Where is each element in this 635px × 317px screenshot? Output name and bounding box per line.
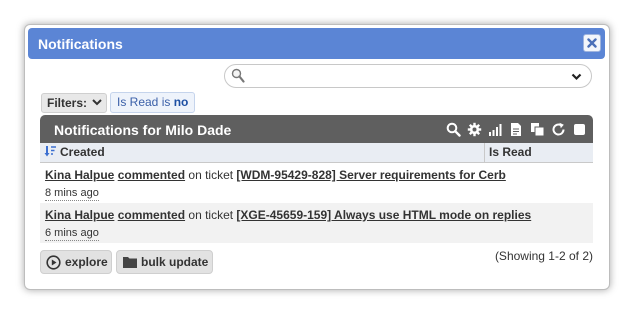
actor-link[interactable]: Kina Halpue	[45, 168, 114, 182]
chevron-down-icon	[92, 99, 103, 106]
gear-icon[interactable]	[467, 122, 482, 137]
actor-link[interactable]: Kina Halpue	[45, 208, 114, 222]
filter-chip-value: no	[173, 95, 189, 109]
explore-button[interactable]: explore	[40, 250, 112, 274]
worklist-toolbar	[446, 121, 587, 137]
verb-link[interactable]: commented	[118, 208, 185, 222]
pagination-summary: (Showing 1-2 of 2)	[494, 249, 593, 263]
notification-middle-text: on ticket	[185, 208, 237, 222]
bulk-update-button-label: bulk update	[141, 255, 209, 269]
chevron-down-icon[interactable]	[571, 73, 582, 81]
search-icon[interactable]	[446, 122, 461, 137]
filter-chip-prefix: Is Read is	[117, 95, 171, 109]
signal-bars-icon[interactable]	[488, 122, 503, 137]
notification-middle-text: on ticket	[185, 168, 237, 182]
notification-time: 8 mins ago	[45, 187, 99, 201]
search-icon	[231, 68, 245, 83]
close-icon	[587, 38, 597, 48]
worklist-header: Notifications for Milo Dade	[40, 115, 593, 143]
explore-button-label: explore	[65, 255, 108, 269]
select-all-checkbox[interactable]	[572, 122, 587, 137]
column-is-read[interactable]: Is Read	[484, 143, 593, 162]
column-header-row: Created Is Read	[40, 143, 593, 163]
column-is-read-label: Is Read	[489, 145, 532, 159]
search-box[interactable]	[224, 64, 592, 88]
play-circle-icon	[46, 255, 61, 270]
sort-descending-icon	[44, 146, 56, 157]
column-created[interactable]: Created	[44, 145, 105, 159]
dialog-titlebar: Notifications	[28, 28, 605, 59]
folder-icon	[123, 257, 137, 268]
filters-button[interactable]: Filters:	[41, 93, 108, 113]
notification-text: Kina Halpue commented on ticket [WDM-954…	[45, 168, 506, 182]
worklist-title: Notifications for Milo Dade	[54, 122, 232, 138]
dialog-title: Notifications	[38, 36, 123, 52]
copy-icon[interactable]	[530, 122, 545, 137]
column-created-label: Created	[60, 145, 105, 159]
table-row: Kina Halpue commented on ticket [WDM-954…	[40, 163, 593, 203]
verb-link[interactable]: commented	[118, 168, 185, 182]
close-button[interactable]	[583, 34, 601, 52]
filter-chip-is-read[interactable]: Is Read is no	[110, 92, 196, 113]
notifications-dialog: Notifications Filters: Is Read is no Not…	[24, 24, 610, 290]
bulk-update-button[interactable]: bulk update	[116, 250, 213, 274]
export-icon[interactable]	[509, 122, 524, 137]
table-row: Kina Halpue commented on ticket [XGE-456…	[40, 203, 593, 243]
notification-time: 6 mins ago	[45, 227, 99, 241]
ticket-link[interactable]: [WDM-95429-828] Server requirements for …	[236, 168, 505, 182]
refresh-icon[interactable]	[551, 122, 566, 137]
ticket-link[interactable]: [XGE-45659-159] Always use HTML mode on …	[236, 208, 531, 222]
notification-text: Kina Halpue commented on ticket [XGE-456…	[45, 208, 531, 222]
search-input[interactable]	[251, 68, 565, 86]
filters-button-label: Filters:	[47, 96, 88, 110]
